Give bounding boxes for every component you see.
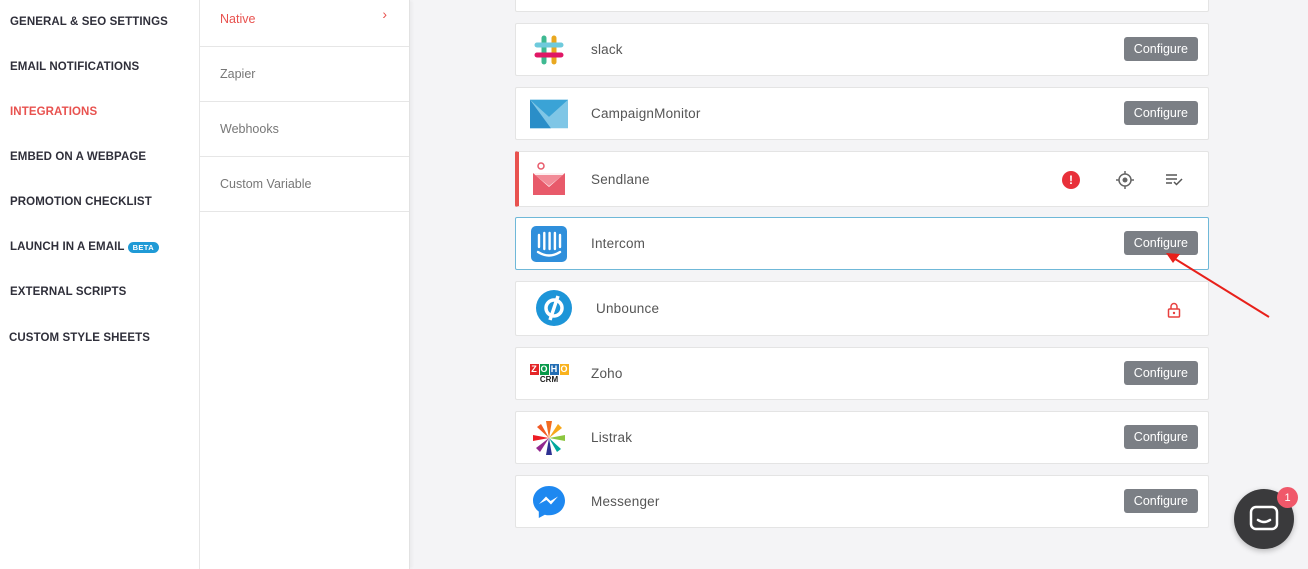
sidebar-item-email-notifications[interactable]: EMAIL NOTIFICATIONS xyxy=(10,61,139,73)
subnav-item-webhooks[interactable]: Webhooks xyxy=(200,102,409,157)
sidebar-item-embed-webpage[interactable]: EMBED ON A WEBPAGE xyxy=(10,151,146,163)
integrations-subnav: Native › Zapier Webhooks Custom Variable xyxy=(200,0,410,569)
integration-name: CampaignMonitor xyxy=(591,106,701,121)
integration-card-listrak: Listrak Configure xyxy=(515,411,1209,464)
sidebar-item-general-seo[interactable]: GENERAL & SEO SETTINGS xyxy=(10,16,168,28)
integration-card-campaignmonitor: CampaignMonitor Configure xyxy=(515,87,1209,140)
configure-button[interactable]: Configure xyxy=(1123,101,1198,125)
subnav-item-zapier[interactable]: Zapier xyxy=(200,47,409,102)
sidebar-item-promotion-checklist[interactable]: PROMOTION CHECKLIST xyxy=(10,196,152,208)
integration-card-messenger: Messenger Configure xyxy=(515,475,1209,528)
unbounce-logo-icon xyxy=(535,290,573,326)
subnav-item-native[interactable]: Native › xyxy=(200,0,409,47)
sendlane-logo-icon xyxy=(530,161,568,197)
messenger-logo-icon xyxy=(530,484,568,520)
integration-card-slack: slack Configure xyxy=(515,23,1209,76)
beta-badge: BETA xyxy=(127,241,160,253)
integration-name: Intercom xyxy=(591,236,646,251)
listrak-logo-icon xyxy=(530,420,568,456)
annotation-arrow xyxy=(1166,253,1270,318)
chat-icon xyxy=(1249,505,1279,531)
integration-name: slack xyxy=(591,42,623,57)
configure-button[interactable]: Configure xyxy=(1123,489,1198,513)
sidebar-item-launch-email[interactable]: LAUNCH IN A EMAIL BETA xyxy=(10,241,160,253)
sidebar-item-integrations[interactable]: INTEGRATIONS xyxy=(10,106,97,118)
zoho-crm-logo-icon: Z O H O CRM xyxy=(529,363,569,384)
campaign-monitor-logo-icon xyxy=(530,96,568,132)
sidebar-item-custom-style-sheets[interactable]: CUSTOM STYLE SHEETS xyxy=(9,332,150,344)
integration-card-sendlane: Sendlane ! xyxy=(515,151,1209,207)
intercom-logo-icon xyxy=(530,226,568,262)
sidebar-item-external-scripts[interactable]: EXTERNAL SCRIPTS xyxy=(10,286,126,298)
settings-sidebar: GENERAL & SEO SETTINGS EMAIL NOTIFICATIO… xyxy=(0,0,200,569)
integration-card-unbounce: Unbounce xyxy=(515,281,1209,336)
notification-badge: 1 xyxy=(1277,487,1298,508)
configure-button[interactable]: Configure xyxy=(1123,37,1198,61)
chevron-right-icon: › xyxy=(382,6,387,22)
configure-button[interactable]: Configure xyxy=(1123,361,1198,385)
integration-name: Messenger xyxy=(591,494,660,509)
subnav-item-custom-variable[interactable]: Custom Variable xyxy=(200,157,409,212)
alert-icon[interactable]: ! xyxy=(1062,171,1080,189)
integration-name: Listrak xyxy=(591,430,633,445)
integration-card-zoho: Z O H O CRM Zoho Configure xyxy=(515,347,1209,400)
integration-card-intercom: Intercom Configure xyxy=(515,217,1209,270)
integration-name: Unbounce xyxy=(596,301,660,316)
integration-name: Zoho xyxy=(591,366,623,381)
slack-logo-icon xyxy=(530,32,568,68)
integration-card-partial xyxy=(515,0,1209,12)
integration-name: Sendlane xyxy=(591,171,650,187)
configure-button[interactable]: Configure xyxy=(1123,425,1198,449)
target-icon[interactable] xyxy=(1116,171,1134,194)
list-check-icon[interactable] xyxy=(1165,172,1183,193)
